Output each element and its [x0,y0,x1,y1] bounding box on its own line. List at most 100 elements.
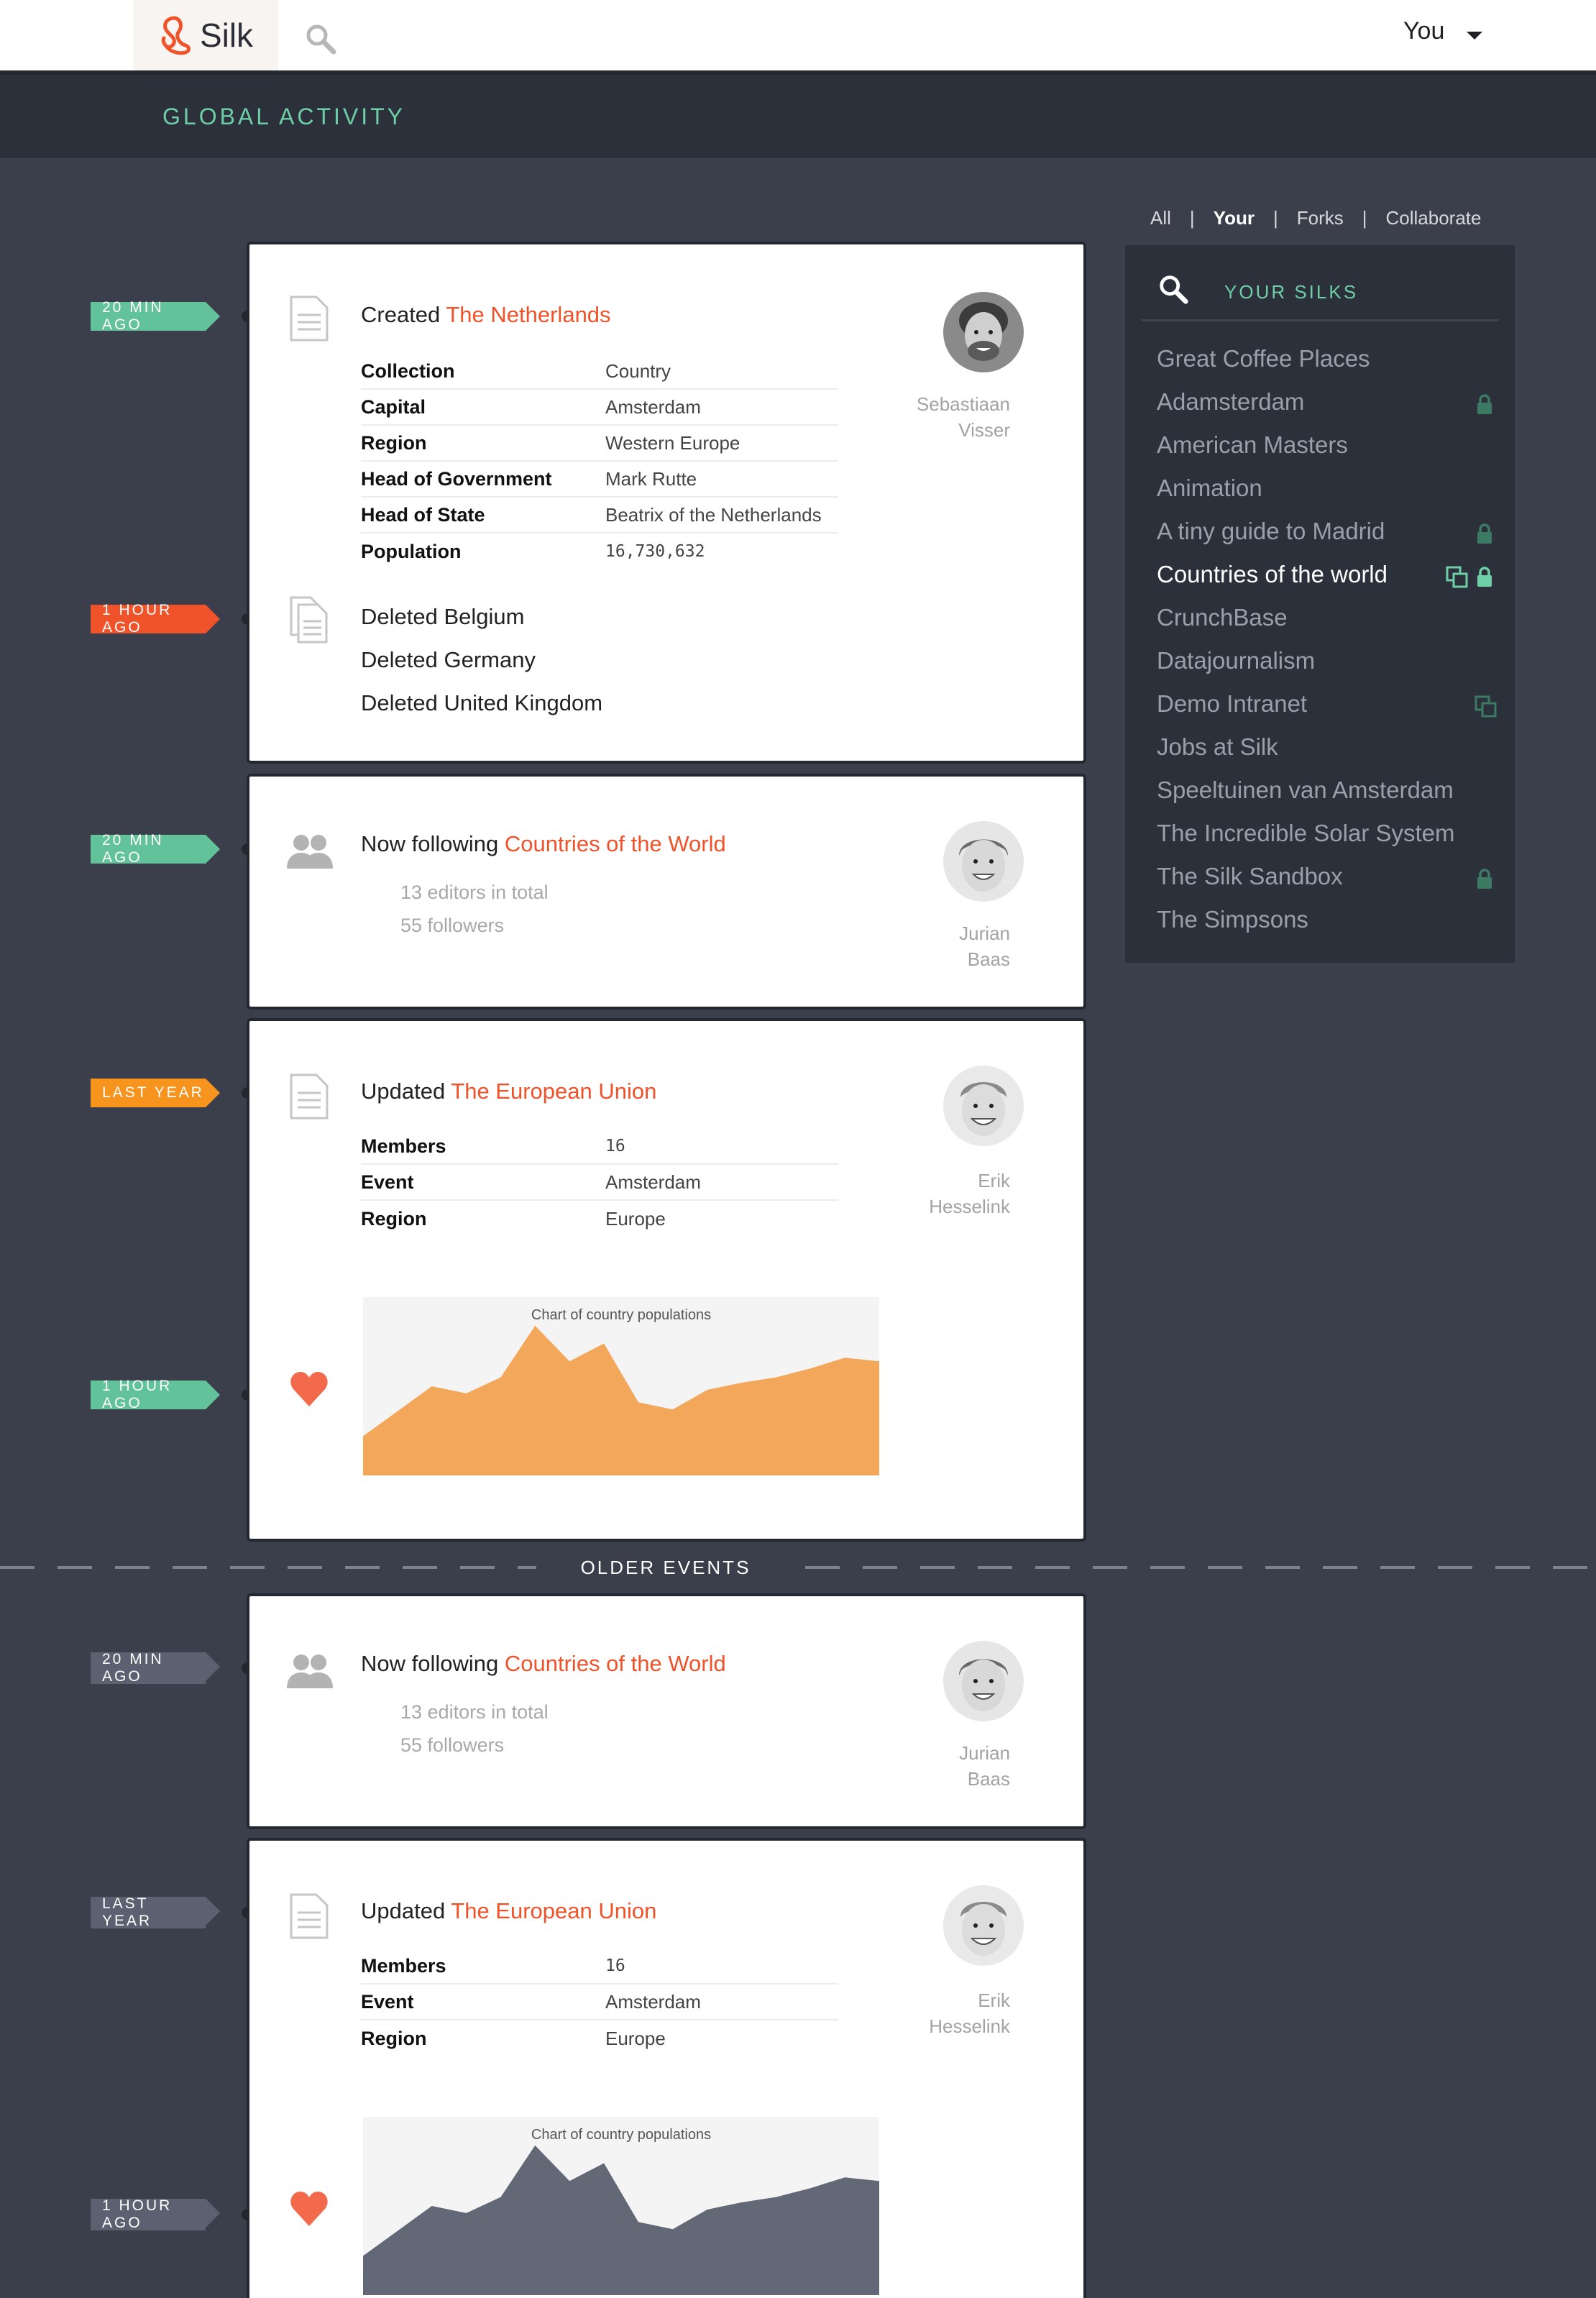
silk-item[interactable]: Great Coffee Places [1157,337,1500,380]
property-key: Members [361,1954,446,1977]
lock-icon [1477,394,1492,414]
event-verb: Now following [361,831,499,856]
fork-icon [1446,566,1468,588]
avatar[interactable] [943,292,1024,372]
silk-item[interactable]: Speeltuinen van Amsterdam [1157,769,1500,812]
event-target-link[interactable]: The Netherlands [446,302,610,327]
silk-item[interactable]: Jobs at Silk [1157,725,1500,769]
table-row: Members 16 [361,1129,838,1165]
author-name[interactable]: Jurian Baas [852,1740,1010,1792]
property-value: 16 [605,1137,625,1155]
filter-collaborate[interactable]: Collaborate [1386,207,1482,229]
avatar[interactable] [943,821,1024,902]
silk-logo[interactable]: Silk [133,0,278,70]
brand-name: Silk [199,17,254,54]
silk-item[interactable]: The Incredible Solar System [1157,812,1500,855]
author-last-name: Hesselink [929,2015,1010,2037]
older-events-label: OLDER EVENTS [536,1553,795,1582]
search-icon[interactable] [1157,273,1190,306]
table-row: Region Western Europe [361,426,838,462]
author-first-name: Jurian [959,1742,1010,1764]
event-heading: Updated The European Union [361,1898,656,1924]
filter-your[interactable]: Your [1214,207,1255,229]
lock-icon [1477,869,1492,889]
search-icon[interactable] [303,22,338,56]
silk-item-label: Jobs at Silk [1157,733,1278,760]
activity-card: Now following Countries of the World 13 … [247,774,1086,1010]
author-first-name: Erik [978,1990,1010,2011]
people-icon [287,835,333,869]
silk-item[interactable]: Datajournalism [1157,639,1500,682]
time-badge: 1 HOUR AGO [91,602,220,636]
property-key: Event [361,1171,414,1193]
property-key: Region [361,2027,427,2049]
event-verb: Created [361,302,441,327]
property-value: Europe [605,2027,666,2049]
table-row: Region Europe [361,2020,838,2056]
time-badge-text: 1 HOUR AGO [102,2197,173,2231]
area-series [363,2145,879,2295]
heart-icon[interactable] [289,2189,329,2228]
filter-separator: | [1189,207,1195,229]
silk-item[interactable]: Animation [1157,467,1500,510]
document-icon [290,296,329,342]
page-title: GLOBAL ACTIVITY [162,104,406,129]
avatar[interactable] [943,1885,1024,1966]
older-events-divider [0,1566,1596,1569]
silk-item[interactable]: Demo Intranet [1157,682,1500,725]
activity-filter: All | Your | Forks | Collaborate [1150,207,1481,229]
event-target-link[interactable]: Countries of the World [505,831,726,856]
filter-all[interactable]: All [1150,207,1171,229]
avatar[interactable] [943,1066,1024,1146]
silk-item[interactable]: American Masters [1157,424,1500,467]
property-value: Beatrix of the Netherlands [605,503,822,526]
table-row: Members 16 [361,1949,838,1985]
your-silks-panel: YOUR SILKS Great Coffee Places Adamsterd… [1125,245,1515,963]
top-bar: Silk You [0,0,1596,70]
table-row: Event Amsterdam [361,1985,838,2020]
silk-item[interactable]: The Simpsons [1157,898,1500,941]
chevron-down-icon[interactable] [1467,32,1482,40]
silk-item-current[interactable]: Countries of the world [1157,553,1500,596]
event-target-link[interactable]: The European Union [451,1898,656,1923]
silk-item-label: The Incredible Solar System [1157,820,1455,846]
table-row: Head of State Beatrix of the Netherlands [361,498,838,534]
author-last-name: Hesselink [929,1196,1010,1217]
lock-icon [1477,567,1492,587]
user-menu[interactable]: You [1403,17,1444,45]
silk-item[interactable]: The Silk Sandbox [1157,855,1500,898]
property-key: Members [361,1135,446,1157]
author-name[interactable]: Erik Hesselink [852,1168,1010,1219]
event-target-link[interactable]: The European Union [451,1079,656,1104]
filter-separator: | [1272,207,1278,229]
time-badge: LAST YEAR [91,1079,220,1107]
author-first-name: Jurian [959,923,1010,944]
silk-list: Great Coffee Places Adamsterdam American… [1157,337,1500,941]
event-heading: Updated The European Union [361,1079,656,1104]
silk-item-label: Demo Intranet [1157,690,1308,717]
property-key: Head of State [361,503,485,526]
population-chart: Chart of country populations [363,1297,879,1475]
time-badge: 1 HOUR AGO [91,2197,220,2231]
author-name[interactable]: Jurian Baas [852,920,1010,972]
table-row: Head of Government Mark Rutte [361,462,838,498]
filter-forks[interactable]: Forks [1297,207,1344,229]
silk-item-label: The Simpsons [1157,906,1308,933]
author-name[interactable]: Sebastiaan Visser [852,391,1010,443]
property-key: Collection [361,360,455,382]
fork-icon [1475,695,1497,718]
avatar[interactable] [943,1641,1024,1721]
deleted-list: Deleted Belgium Deleted Germany Deleted … [361,595,602,725]
event-target-link[interactable]: Countries of the World [505,1651,726,1676]
silk-item-label: Speeltuinen van Amsterdam [1157,777,1454,803]
table-row: Region Europe [361,1201,838,1237]
silk-item[interactable]: Adamsterdam [1157,380,1500,424]
event-verb: Now following [361,1651,499,1676]
silk-item[interactable]: CrunchBase [1157,596,1500,639]
silk-item-label: The Silk Sandbox [1157,863,1343,889]
silk-item[interactable]: A tiny guide to Madrid [1157,510,1500,553]
heart-icon[interactable] [289,1369,329,1408]
property-value: Amsterdam [605,395,701,418]
followers-count: 55 followers [400,915,505,936]
author-name[interactable]: Erik Hesselink [852,1987,1010,2039]
